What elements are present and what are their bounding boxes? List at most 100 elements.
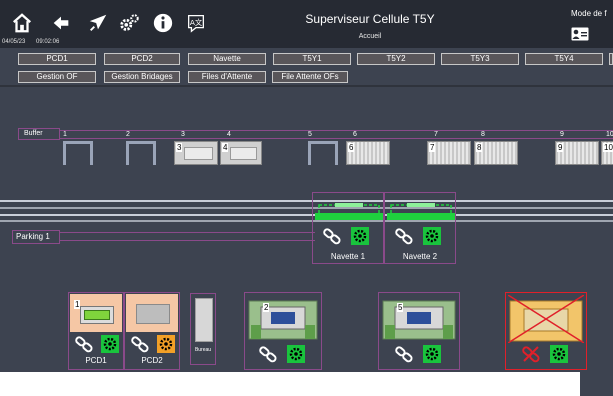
gear-status-icon bbox=[550, 345, 568, 363]
link-icon bbox=[323, 227, 341, 245]
link-icon bbox=[259, 345, 277, 363]
buffer-position-number: 2 bbox=[126, 131, 130, 138]
nav-pcd2[interactable]: PCD2 bbox=[104, 53, 180, 65]
link-broken-icon bbox=[522, 345, 540, 363]
buffer-position-number: 7 bbox=[434, 131, 438, 138]
buffer-pallet[interactable]: 3 bbox=[174, 141, 218, 165]
shuttle-graphic bbox=[315, 203, 383, 223]
buffer-pallet[interactable]: 10 bbox=[601, 141, 613, 165]
pallet-number: 3 bbox=[176, 143, 183, 152]
nav-files-attente[interactable]: Files d'Attente bbox=[188, 71, 266, 83]
rail-track bbox=[0, 220, 613, 222]
station-machine-t5y3-error[interactable] bbox=[505, 292, 587, 370]
bureau-label: Bureau bbox=[194, 347, 212, 353]
pallet-number: 7 bbox=[429, 143, 436, 152]
station-pcd1[interactable]: 1 PCD1 bbox=[68, 292, 124, 370]
parking-label: Parking 1 bbox=[12, 230, 60, 244]
station-background: 1 bbox=[70, 294, 122, 332]
shuttle-label: Navette 2 bbox=[402, 252, 438, 261]
pallet-number: 8 bbox=[476, 143, 483, 152]
buffer-pallet[interactable]: 6 bbox=[346, 141, 390, 165]
supervisor-app: A文 04/05/23 09:02:06 Superviseur Cellule… bbox=[0, 0, 613, 396]
pallet-number: 6 bbox=[348, 143, 355, 152]
buffer-position-number: 6 bbox=[353, 131, 357, 138]
nav-file-attente-ofs[interactable]: File Attente OFs bbox=[272, 71, 348, 83]
svg-text:A文: A文 bbox=[190, 18, 203, 27]
pallet-number: 5 bbox=[397, 303, 404, 312]
pallet-tray bbox=[80, 306, 114, 324]
info-icon[interactable] bbox=[152, 12, 174, 34]
translate-icon[interactable]: A文 bbox=[185, 12, 209, 34]
pallet-number: 4 bbox=[222, 143, 229, 152]
empty-stand[interactable] bbox=[126, 141, 156, 165]
station-machine-t5y1[interactable]: 2 bbox=[244, 292, 322, 370]
rocket-icon[interactable] bbox=[87, 12, 109, 34]
pallet-number: 9 bbox=[557, 143, 564, 152]
gear-status-icon bbox=[101, 335, 119, 353]
buffer-position-number: 3 bbox=[181, 131, 185, 138]
gear-status-icon bbox=[423, 345, 441, 363]
buffer-position-number: 1 bbox=[63, 131, 67, 138]
pallet-number: 10 bbox=[603, 143, 613, 152]
station-bureau[interactable]: Bureau bbox=[190, 293, 216, 365]
shuttle-navette-1[interactable]: Navette 1 bbox=[312, 192, 384, 264]
page-subtitle: Accueil bbox=[358, 33, 382, 40]
station-machine-t5y2[interactable]: 5 bbox=[378, 292, 460, 370]
nav-t5y4[interactable]: T5Y4 bbox=[525, 53, 603, 65]
settings-gears-icon[interactable] bbox=[118, 12, 140, 34]
nav-t5y2[interactable]: T5Y2 bbox=[357, 53, 435, 65]
gear-status-icon bbox=[351, 227, 369, 245]
nav-t5y1[interactable]: T5Y1 bbox=[273, 53, 351, 65]
nav-navette[interactable]: Navette bbox=[188, 53, 266, 65]
buffer-pallet[interactable]: 8 bbox=[474, 141, 518, 165]
machine-graphic: 5 bbox=[381, 295, 457, 341]
buffer-position-number: 4 bbox=[227, 131, 231, 138]
buffer-position-number: 5 bbox=[308, 131, 312, 138]
station-label: PCD2 bbox=[141, 356, 163, 365]
shuttle-label: Navette 1 bbox=[330, 252, 366, 261]
empty-stand[interactable] bbox=[63, 141, 93, 165]
current-date: 04/05/23 bbox=[2, 39, 26, 45]
empty-stand[interactable] bbox=[308, 141, 338, 165]
rail-track bbox=[0, 207, 613, 209]
current-time: 09:02:06 bbox=[36, 39, 60, 45]
buffer-pallet[interactable]: 7 bbox=[427, 141, 471, 165]
pallet-number: 1 bbox=[74, 300, 81, 309]
shuttle-navette-2[interactable]: Navette 2 bbox=[384, 192, 456, 264]
rail-track bbox=[0, 200, 613, 202]
station-pcd2[interactable]: PCD2 bbox=[124, 292, 180, 370]
bureau-cabinet bbox=[195, 298, 213, 342]
user-card-icon[interactable] bbox=[571, 27, 589, 41]
machine-graphic bbox=[507, 294, 585, 344]
nav-t5y3[interactable]: T5Y3 bbox=[441, 53, 519, 65]
link-icon bbox=[395, 227, 413, 245]
buffer-label: Buffer bbox=[18, 128, 60, 140]
empty-tray bbox=[136, 304, 170, 324]
buffer-track bbox=[60, 130, 613, 139]
link-icon bbox=[395, 345, 413, 363]
nav-extra[interactable] bbox=[609, 53, 613, 65]
top-bar: A文 04/05/23 09:02:06 Superviseur Cellule… bbox=[0, 0, 613, 48]
machine-graphic: 2 bbox=[247, 295, 319, 341]
nav-gestion-of[interactable]: Gestion OF bbox=[18, 71, 96, 83]
divider bbox=[0, 85, 613, 87]
buffer-position-number: 10 bbox=[606, 131, 613, 138]
mode-label: Mode de f bbox=[571, 9, 607, 18]
shuttle-graphic bbox=[387, 203, 455, 223]
nav-pcd1[interactable]: PCD1 bbox=[18, 53, 96, 65]
screen-overlay bbox=[0, 372, 580, 396]
buffer-pallet[interactable]: 4 bbox=[220, 141, 262, 165]
station-label: PCD1 bbox=[85, 356, 107, 365]
gear-warning-icon bbox=[157, 335, 175, 353]
buffer-pallet[interactable]: 9 bbox=[555, 141, 599, 165]
link-icon bbox=[75, 335, 93, 353]
station-background bbox=[126, 294, 178, 332]
back-arrow-icon[interactable] bbox=[50, 12, 72, 34]
pallet-number: 2 bbox=[263, 303, 270, 312]
home-icon[interactable] bbox=[11, 12, 33, 34]
buffer-position-number: 9 bbox=[560, 131, 564, 138]
buffer-position-number: 8 bbox=[481, 131, 485, 138]
parking-track bbox=[60, 232, 315, 241]
nav-gestion-bridages[interactable]: Gestion Bridages bbox=[104, 71, 180, 83]
gear-status-icon bbox=[423, 227, 441, 245]
